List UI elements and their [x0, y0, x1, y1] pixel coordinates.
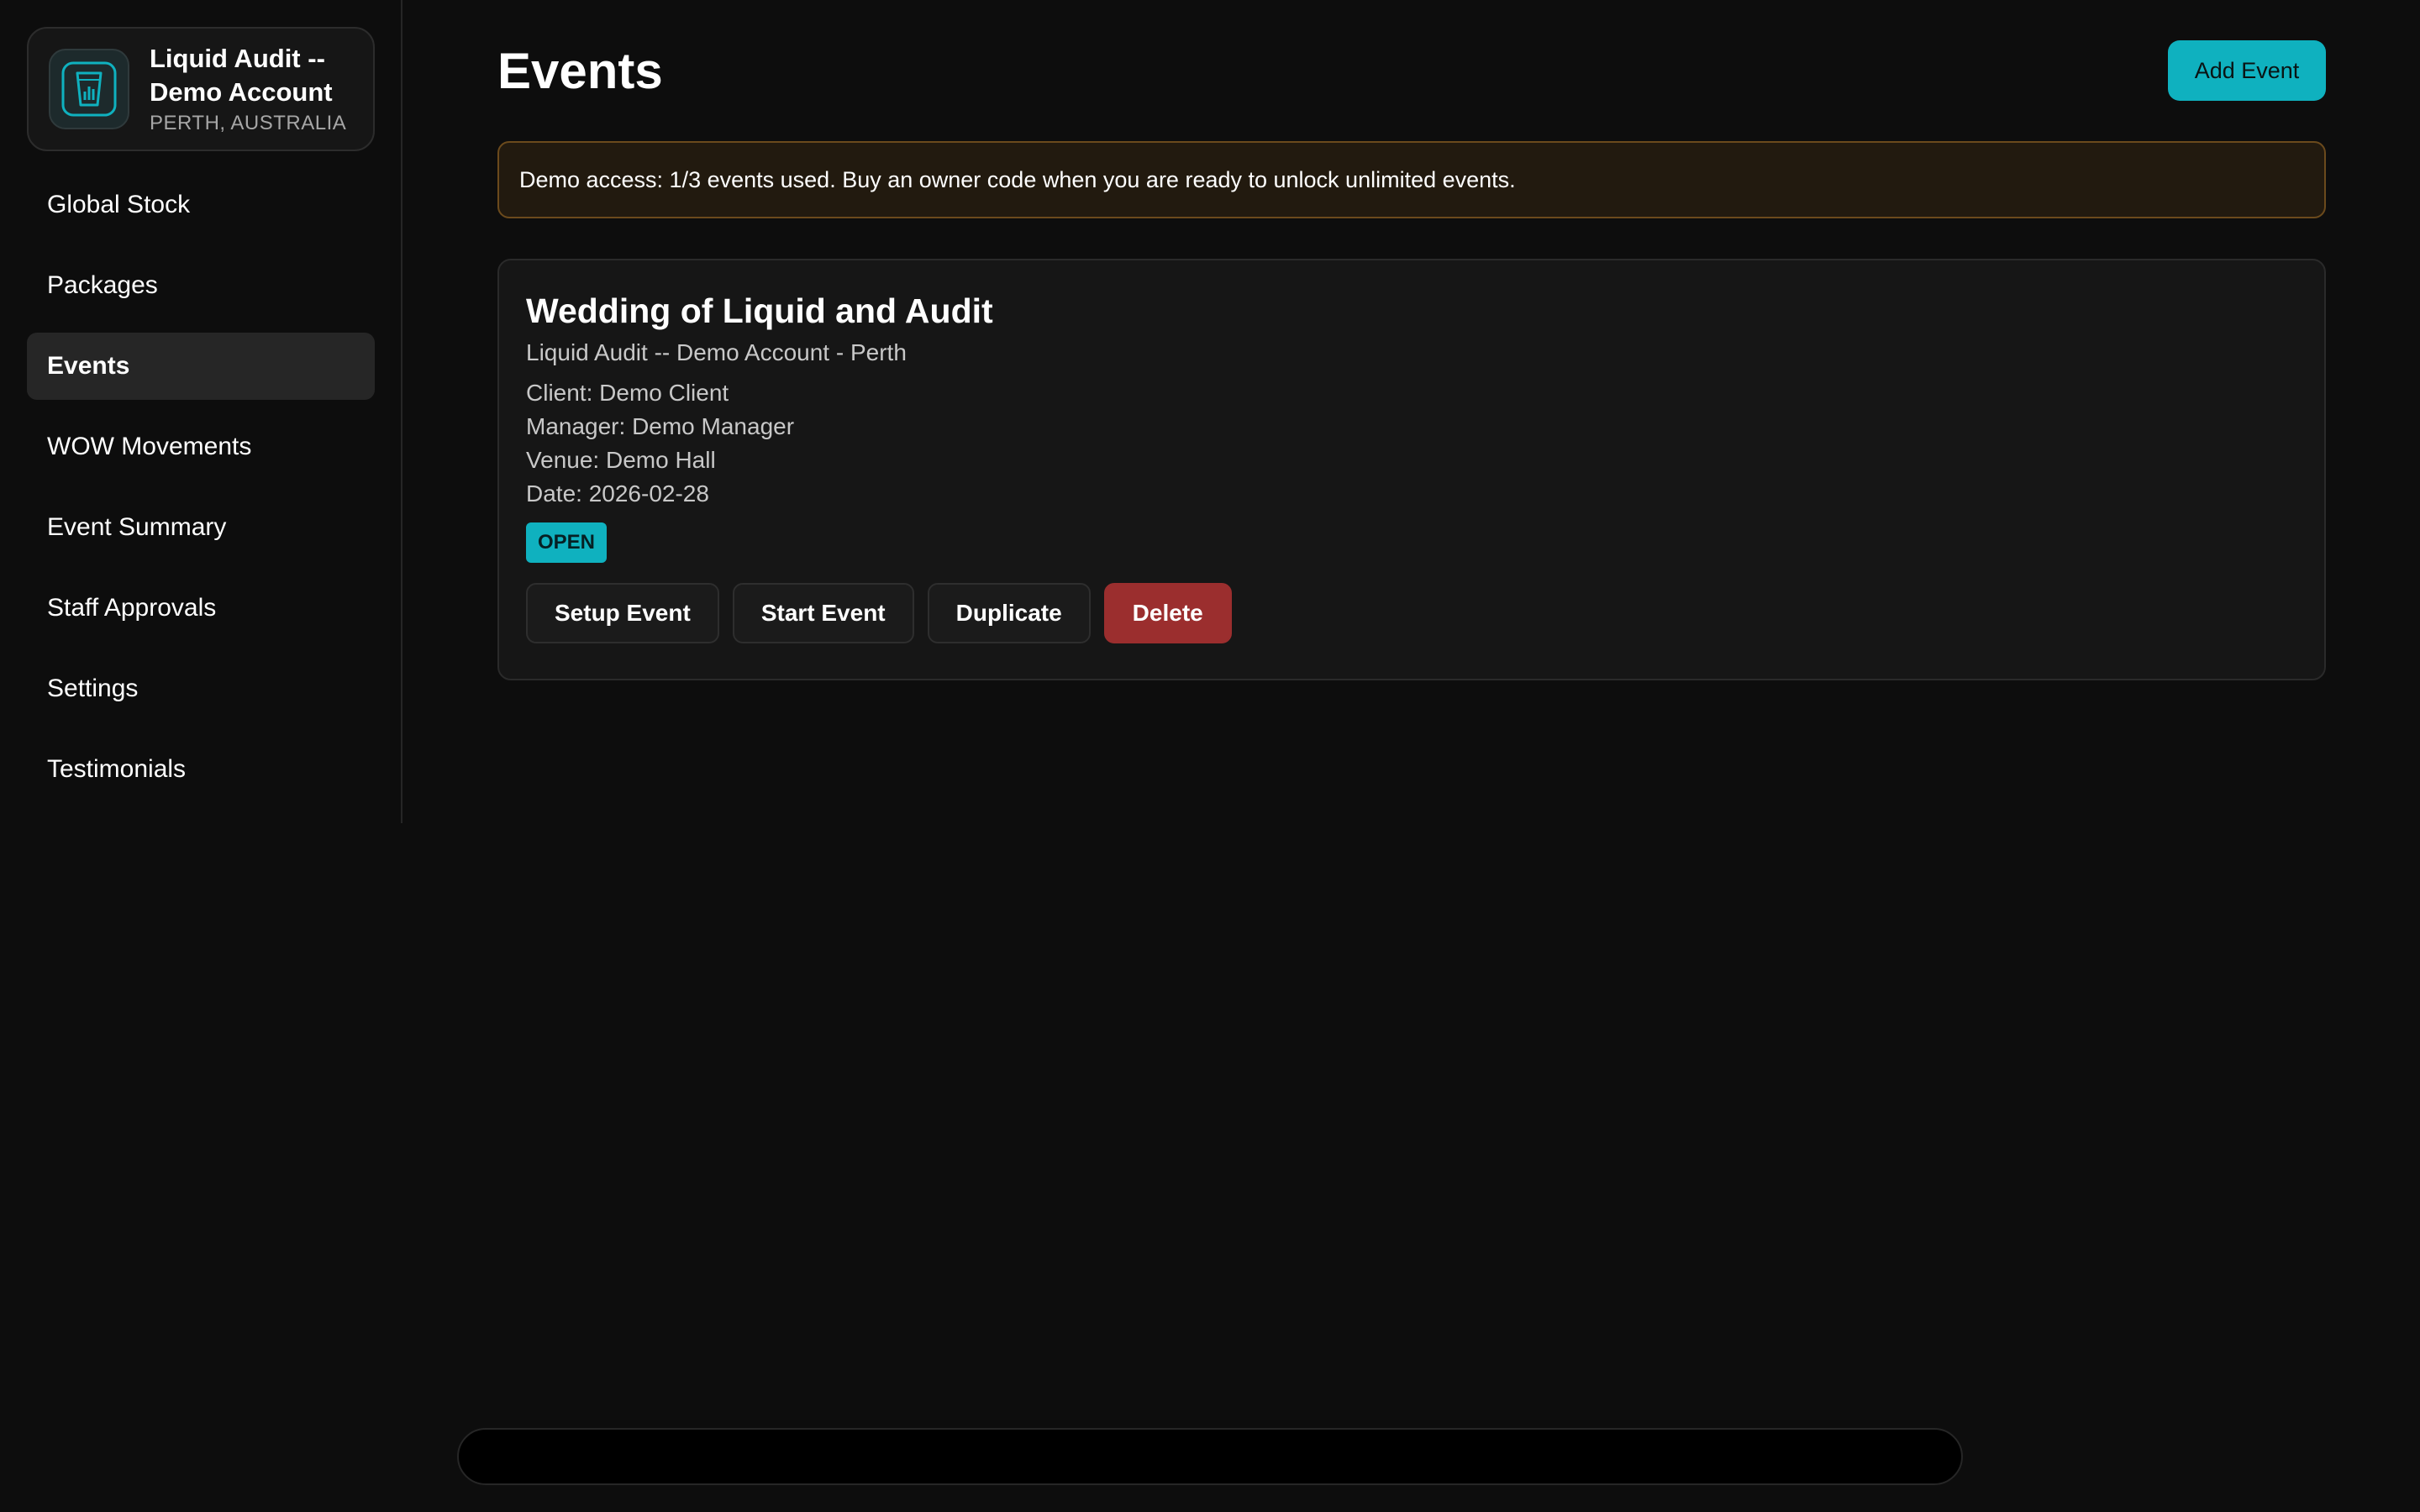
sidebar: Liquid Audit -- Demo Account PERTH, AUST… [0, 0, 402, 823]
demo-access-text: Demo access: 1/3 events used. Buy an own… [519, 166, 1516, 192]
event-details: Client: Demo Client Manager: Demo Manage… [526, 376, 2297, 511]
setup-event-button[interactable]: Setup Event [526, 583, 719, 643]
event-actions: Setup Event Start Event Duplicate Delete [526, 583, 2297, 643]
event-date: Date: 2026-02-28 [526, 480, 709, 507]
delete-button[interactable]: Delete [1103, 583, 1232, 643]
sidebar-item-settings[interactable]: Settings [27, 655, 375, 722]
event-subtitle: Liquid Audit -- Demo Account - Perth [526, 339, 907, 365]
demo-access-banner: Demo access: 1/3 events used. Buy an own… [497, 141, 2326, 218]
sidebar-item-testimonials[interactable]: Testimonials [27, 736, 375, 803]
bottom-bar[interactable] [457, 1428, 1963, 1485]
sidebar-item-packages[interactable]: Packages [27, 252, 375, 319]
status-badge: OPEN [526, 522, 607, 563]
event-card: Wedding of Liquid and Audit Liquid Audit… [497, 259, 2326, 680]
event-venue: Venue: Demo Hall [526, 447, 716, 473]
app-root: Liquid Audit -- Demo Account PERTH, AUST… [0, 0, 2420, 1512]
add-event-button[interactable]: Add Event [2168, 40, 2326, 101]
sidebar-item-global-stock[interactable]: Global Stock [27, 171, 375, 239]
account-location: PERTH, AUSTRALIA [150, 112, 347, 134]
glass-chart-icon [49, 49, 129, 129]
duplicate-button[interactable]: Duplicate [927, 583, 1091, 643]
event-client: Client: Demo Client [526, 380, 729, 406]
sidebar-nav: Global Stock Packages Events WOW Movemen… [27, 171, 375, 803]
sidebar-item-events[interactable]: Events [27, 333, 375, 400]
account-name-line2: Demo Account [150, 77, 333, 107]
account-info: Liquid Audit -- Demo Account PERTH, AUST… [150, 42, 346, 136]
account-card[interactable]: Liquid Audit -- Demo Account PERTH, AUST… [27, 27, 375, 151]
sidebar-item-wow-movements[interactable]: WOW Movements [27, 413, 375, 480]
start-event-button[interactable]: Start Event [732, 583, 914, 643]
sidebar-item-staff-approvals[interactable]: Staff Approvals [27, 575, 375, 642]
event-title: Wedding of Liquid and Audit [526, 291, 993, 330]
event-manager: Manager: Demo Manager [526, 413, 795, 439]
sidebar-item-event-summary[interactable]: Event Summary [27, 494, 375, 561]
page-title: Events [497, 43, 663, 99]
account-name-line1: Liquid Audit -- [150, 44, 325, 73]
